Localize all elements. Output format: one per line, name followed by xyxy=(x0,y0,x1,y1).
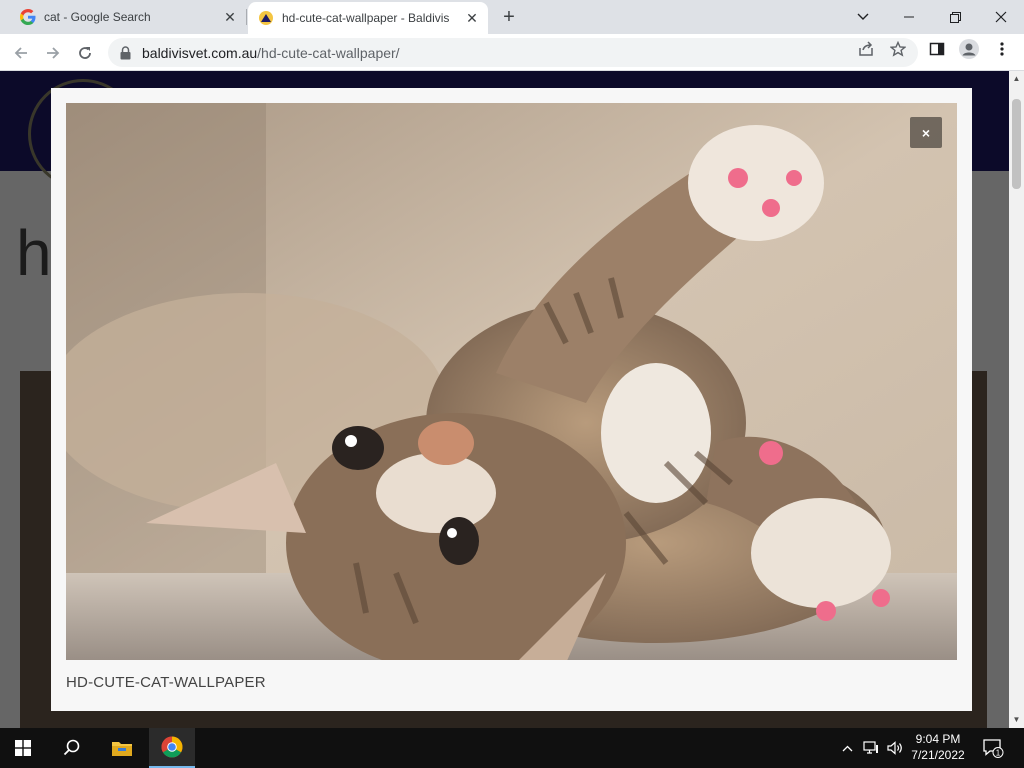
image-lightbox: × HD-CUTE-CAT-WALLPAPER xyxy=(51,88,972,711)
notifications-icon[interactable]: 1 xyxy=(980,728,1006,768)
show-hidden-icons-chevron-up-icon[interactable] xyxy=(838,728,856,768)
browser-toolbar: baldivisvet.com.au/hd-cute-cat-wallpaper… xyxy=(0,34,1024,71)
restore-icon[interactable] xyxy=(932,0,978,34)
page-scrollbar[interactable]: ▲ ▼ xyxy=(1009,71,1024,728)
url-text: baldivisvet.com.au/hd-cute-cat-wallpaper… xyxy=(142,45,400,61)
network-icon[interactable] xyxy=(860,728,882,768)
windows-taskbar: 9:04 PM 7/21/2022 1 xyxy=(0,728,1024,768)
lightbox-caption: HD-CUTE-CAT-WALLPAPER xyxy=(66,674,266,691)
clock-time: 9:04 PM xyxy=(915,732,961,746)
tab-close-icon[interactable]: ✕ xyxy=(462,8,482,28)
lightbox-close-button[interactable]: × xyxy=(910,117,942,148)
volume-icon[interactable] xyxy=(884,728,906,768)
chrome-taskbar-icon[interactable] xyxy=(149,728,195,768)
url-host: baldivisvet.com.au xyxy=(142,44,258,61)
tab-close-icon[interactable]: ✕ xyxy=(220,7,240,27)
tab-search-chevron-down-icon[interactable] xyxy=(840,0,886,34)
system-clock[interactable]: 9:04 PM 7/21/2022 xyxy=(904,731,972,763)
reload-icon[interactable] xyxy=(72,40,98,66)
cat-illustration xyxy=(66,103,957,660)
tab-title: cat - Google Search xyxy=(44,10,151,24)
close-window-icon[interactable] xyxy=(978,0,1024,34)
share-icon[interactable] xyxy=(856,39,876,59)
side-panel-icon[interactable] xyxy=(927,39,947,59)
bookmark-star-icon[interactable] xyxy=(888,39,908,59)
google-icon xyxy=(20,9,36,25)
forward-icon[interactable] xyxy=(40,40,66,66)
scrollbar-thumb[interactable] xyxy=(1012,99,1021,189)
lock-icon[interactable] xyxy=(120,45,134,60)
tab-strip: cat - Google Search ✕ hd-cute-cat-wallpa… xyxy=(0,0,1024,34)
tab-separator xyxy=(246,9,247,25)
clock-date: 7/21/2022 xyxy=(911,748,965,762)
baldivis-vet-icon xyxy=(258,10,274,26)
tab-google-search[interactable]: cat - Google Search ✕ xyxy=(8,0,246,34)
windows-start-icon[interactable] xyxy=(0,728,46,768)
more-menu-icon[interactable] xyxy=(992,39,1012,59)
url-path: /hd-cute-cat-wallpaper/ xyxy=(257,44,400,61)
file-explorer-icon[interactable] xyxy=(99,728,145,768)
search-icon[interactable] xyxy=(49,728,95,768)
back-icon[interactable] xyxy=(8,40,34,66)
scroll-down-icon[interactable]: ▼ xyxy=(1012,715,1021,724)
scroll-up-icon[interactable]: ▲ xyxy=(1012,74,1021,83)
tab-cat-wallpaper[interactable]: hd-cute-cat-wallpaper - Baldivis ✕ xyxy=(248,2,488,34)
minimize-icon[interactable] xyxy=(886,0,932,34)
profile-avatar-icon[interactable] xyxy=(959,39,979,59)
new-tab-icon[interactable]: + xyxy=(498,6,520,28)
notification-count: 1 xyxy=(996,749,1001,758)
tab-title: hd-cute-cat-wallpaper - Baldivis xyxy=(282,11,450,25)
address-bar[interactable]: baldivisvet.com.au/hd-cute-cat-wallpaper… xyxy=(108,38,918,67)
cat-photo xyxy=(66,103,957,660)
